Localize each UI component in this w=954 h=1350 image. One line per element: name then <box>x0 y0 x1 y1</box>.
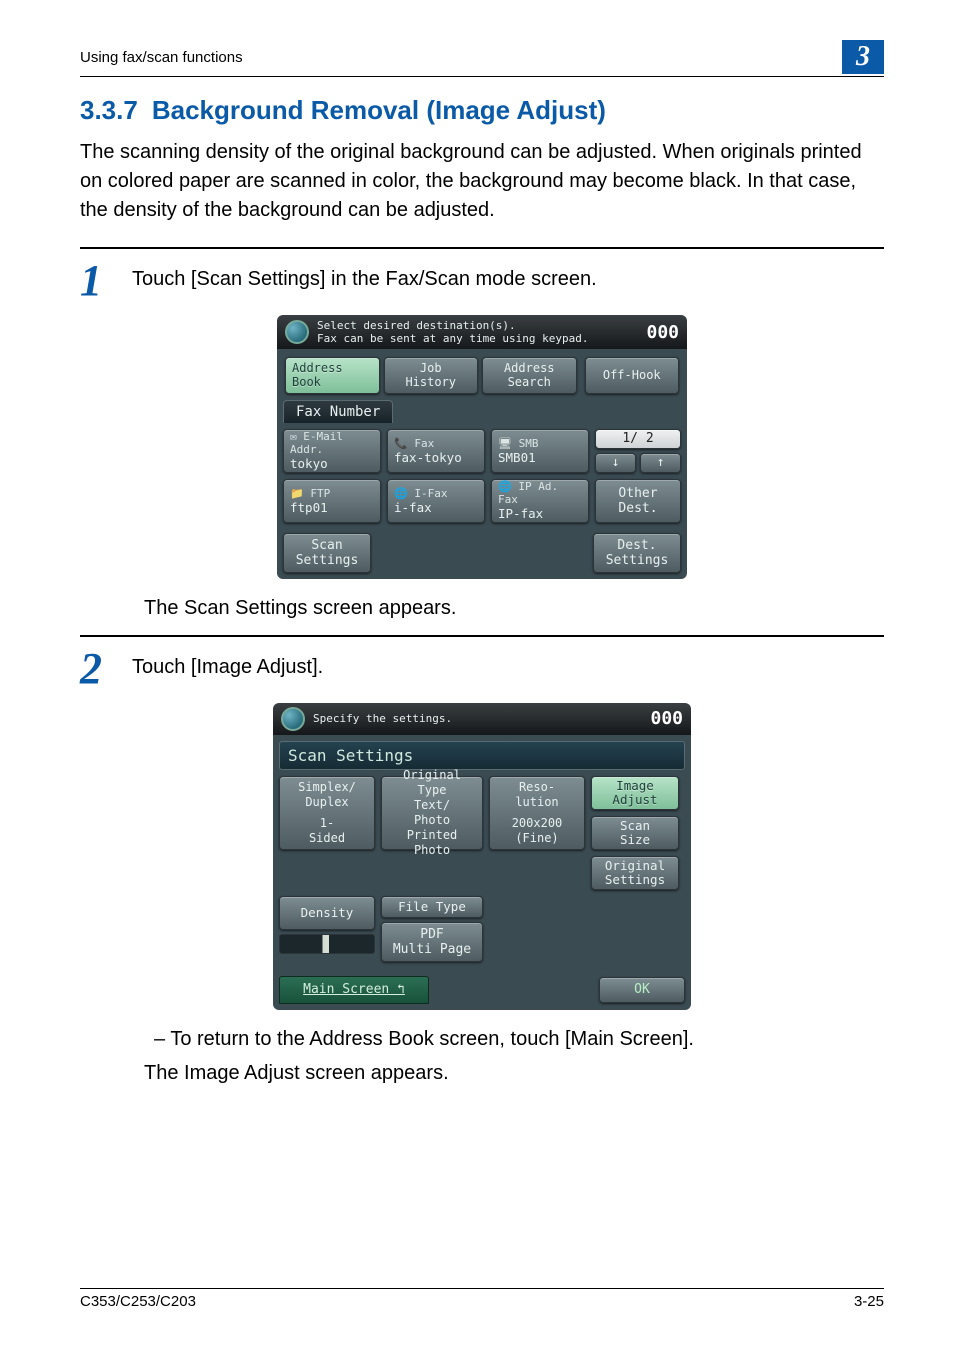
image-adjust-button[interactable]: Image Adjust <box>591 776 679 810</box>
step-number-2: 2 <box>80 647 114 691</box>
original-settings-button[interactable]: Original Settings <box>591 856 679 890</box>
density-indicator-icon <box>279 934 375 954</box>
intro-paragraph: The scanning density of the original bac… <box>80 138 884 225</box>
screenshot-addressbook: Select desired destination(s). Fax can b… <box>277 315 687 579</box>
dest-fax[interactable]: 📞 Faxfax-tokyo <box>387 429 485 473</box>
dest-settings-button[interactable]: Dest. Settings <box>593 533 681 573</box>
fax-number-tab[interactable]: Fax Number <box>283 400 393 423</box>
off-hook-button[interactable]: Off-Hook <box>585 357 680 393</box>
panel1-hdr-line1: Select desired destination(s). <box>317 319 646 332</box>
main-screen-button[interactable]: Main Screen ↰ <box>279 976 429 1004</box>
section-number: 3.3.7 <box>80 95 138 125</box>
page-up-button[interactable]: ↑ <box>640 453 681 473</box>
footer-page: 3-25 <box>854 1293 884 1310</box>
globe-icon <box>281 707 305 731</box>
step-text-2: Touch [Image Adjust]. <box>132 647 323 681</box>
dest-email[interactable]: ✉ E-Mail Addr.tokyo <box>283 429 381 473</box>
resolution-button[interactable]: Reso- lution 200x200 (Fine) <box>489 776 585 850</box>
dest-ipfax[interactable]: 🌐 IP Ad. FaxIP-fax <box>491 479 589 523</box>
screenshot-scansettings: Specify the settings. 000 Scan Settings … <box>273 703 691 1010</box>
chapter-number: 3 <box>842 40 884 74</box>
step2-bullet: To return to the Address Book screen, to… <box>144 1024 884 1054</box>
page-down-button[interactable]: ↓ <box>595 453 636 473</box>
panel2-header-text: Specify the settings. <box>313 712 650 725</box>
dest-ftp[interactable]: 📁 FTPftp01 <box>283 479 381 523</box>
job-counter: 000 <box>646 322 679 343</box>
step1-after: The Scan Settings screen appears. <box>144 593 884 623</box>
step-number-1: 1 <box>80 259 114 303</box>
original-type-button[interactable]: Original Type Text/ Photo Printed Photo <box>381 776 483 850</box>
globe-icon <box>285 320 309 344</box>
running-header: Using fax/scan functions <box>80 49 243 66</box>
section-heading: 3.3.7 Background Removal (Image Adjust) <box>80 95 884 126</box>
ok-button[interactable]: OK <box>599 977 685 1003</box>
density-button[interactable]: Density <box>279 896 375 930</box>
footer-model: C353/C253/C203 <box>80 1293 196 1310</box>
scan-settings-title: Scan Settings <box>279 741 685 770</box>
scan-size-button[interactable]: Scan Size <box>591 816 679 850</box>
tab-job-history[interactable]: Job History <box>384 357 479 393</box>
file-type-value[interactable]: PDF Multi Page <box>381 922 483 962</box>
dest-smb[interactable]: 🖥 SMBSMB01 <box>491 429 589 473</box>
tab-address-search[interactable]: Address Search <box>482 357 577 393</box>
step-text-1: Touch [Scan Settings] in the Fax/Scan mo… <box>132 259 597 293</box>
other-dest-button[interactable]: Other Dest. <box>595 479 681 523</box>
step2-after: The Image Adjust screen appears. <box>144 1058 884 1088</box>
job-counter: 000 <box>650 708 683 729</box>
section-title-text: Background Removal (Image Adjust) <box>152 95 606 125</box>
tab-address-book[interactable]: Address Book <box>285 357 380 393</box>
page-indicator: 1/ 2 <box>595 429 681 449</box>
scan-settings-button[interactable]: Scan Settings <box>283 533 371 573</box>
dest-ifax[interactable]: 🌐 I-Faxi-fax <box>387 479 485 523</box>
panel1-header-text: Select desired destination(s). Fax can b… <box>317 319 646 345</box>
simplex-duplex-button[interactable]: Simplex/ Duplex 1- Sided <box>279 776 375 850</box>
file-type-label[interactable]: File Type <box>381 896 483 918</box>
panel1-hdr-line2: Fax can be sent at any time using keypad… <box>317 332 646 345</box>
